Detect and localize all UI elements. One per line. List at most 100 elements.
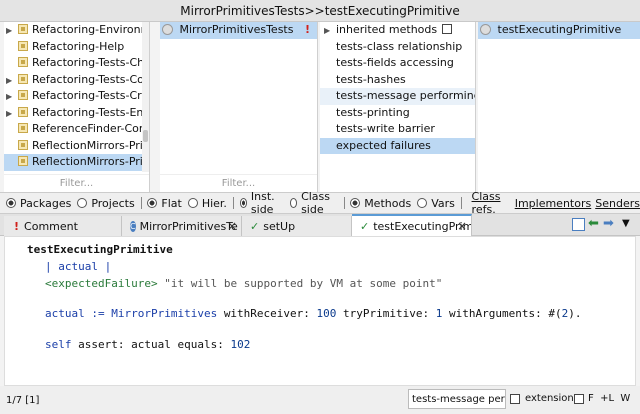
- package-label: ReflectionMirrors-Primitives: [32, 138, 149, 152]
- package-icon: [18, 73, 28, 84]
- extension-checkbox[interactable]: [510, 394, 520, 404]
- package-label: Refactoring-Tests-Core: [32, 72, 150, 86]
- package-label: Refactoring-Tests-Environment: [32, 105, 150, 119]
- extension-label: extension: [525, 393, 574, 404]
- protocol-label: tests-fields accessing: [336, 56, 454, 69]
- senders-button[interactable]: Senders: [595, 197, 640, 210]
- cursor-position: 1/7 [1]: [6, 394, 40, 406]
- inherited-checkbox[interactable]: [442, 24, 453, 34]
- package-icon: [18, 24, 28, 34]
- package-scroll-thumb[interactable]: [143, 130, 148, 142]
- list-item[interactable]: ReflectionMirrors-Primitives-Tests: [4, 154, 149, 171]
- class-label: MirrorPrimitivesTests: [179, 23, 294, 36]
- methods-radio[interactable]: Methods: [350, 197, 411, 210]
- temporaries: | actual |: [45, 260, 112, 273]
- tab-class[interactable]: C MirrorPrimitivesTe ×: [122, 216, 242, 236]
- tab-test-executing-primitive[interactable]: ✓ testExecutingPrim ×: [352, 214, 472, 236]
- class-side-radio[interactable]: Class side: [289, 190, 338, 216]
- package-label: ReferenceFinder-Core: [32, 122, 150, 135]
- protocol-list[interactable]: ▶ inherited methods tests-class relationsh…: [320, 22, 476, 192]
- list-item[interactable]: ▶ Refactoring-Tests-Critics: [4, 88, 149, 105]
- implementors-button[interactable]: Implementors: [515, 197, 592, 210]
- list-item[interactable]: MirrorPrimitivesTests !: [160, 22, 317, 39]
- package-icon: [18, 123, 28, 133]
- class-icon: C: [130, 220, 136, 232]
- new-window-icon[interactable]: [572, 218, 585, 231]
- expand-arrow-icon[interactable]: ▶: [324, 23, 336, 40]
- package-label: Refactoring-Environment: [32, 23, 150, 36]
- tabs-menu-icon[interactable]: ▼: [622, 218, 630, 229]
- expand-arrow-icon[interactable]: ▶: [6, 23, 18, 40]
- tab-comment[interactable]: ! Comment: [4, 216, 122, 236]
- list-item[interactable]: expected failures: [320, 137, 475, 154]
- code-editor[interactable]: testExecutingPrimitive | actual | <expec…: [4, 236, 636, 386]
- code-line-assert: self assert: actual equals: 102: [45, 338, 251, 351]
- package-list[interactable]: ▶ Refactoring-Environment Refactoring-Help…: [4, 22, 150, 192]
- method-icon: ✓: [360, 219, 370, 233]
- package-icon: [18, 90, 28, 100]
- close-icon[interactable]: ×: [457, 219, 467, 233]
- list-item[interactable]: Refactoring-Tests-Changes: [4, 55, 149, 72]
- back-arrow-icon[interactable]: ⬅: [588, 216, 599, 231]
- flat-radio[interactable]: Flat: [147, 197, 182, 210]
- list-item[interactable]: tests-printing: [320, 105, 475, 122]
- class-list[interactable]: MirrorPrimitivesTests ! Filter...: [160, 22, 318, 192]
- package-scrollbar[interactable]: [142, 22, 149, 172]
- package-label: Refactoring-Tests-Critics: [32, 89, 149, 102]
- method-label: testExecutingPrimitive: [497, 23, 622, 36]
- list-item[interactable]: ▶ Refactoring-Environment: [4, 22, 149, 39]
- class-refs-button[interactable]: Class refs.: [472, 190, 511, 216]
- tab-label: setUp: [263, 219, 296, 233]
- tab-setup[interactable]: ✓ setUp: [242, 216, 352, 236]
- title-bar: MirrorPrimitivesTests>>testExecutingPrim…: [0, 0, 640, 22]
- expand-arrow-icon[interactable]: ▶: [6, 89, 18, 106]
- list-item[interactable]: ▶ Refactoring-Tests-Core: [4, 72, 149, 89]
- expand-arrow-icon[interactable]: ▶: [6, 73, 18, 90]
- list-item[interactable]: tests-fields accessing: [320, 55, 475, 72]
- error-icon: !: [304, 23, 311, 36]
- pragma: <expectedFailure>: [45, 277, 158, 290]
- method-list[interactable]: testExecutingPrimitive: [478, 22, 640, 192]
- separator: [460, 197, 462, 209]
- package-icon: [18, 40, 28, 51]
- method-icon: ✓: [250, 219, 260, 233]
- list-item[interactable]: tests-write barrier: [320, 121, 475, 138]
- protocol-input[interactable]: tests-message perform: [408, 389, 506, 409]
- status-bar: 1/7 [1] tests-message perform extension …: [0, 386, 640, 414]
- tab-label: MirrorPrimitivesTe: [139, 219, 238, 233]
- package-icon: [18, 139, 28, 150]
- expand-arrow-icon[interactable]: ▶: [6, 106, 18, 123]
- package-icon: [18, 156, 28, 166]
- editor-tabs: ! Comment C MirrorPrimitivesTe × ✓ setUp…: [0, 214, 640, 236]
- projects-radio[interactable]: Projects: [77, 197, 135, 210]
- browser-window: MirrorPrimitivesTests>>testExecutingPrim…: [0, 0, 640, 414]
- list-item[interactable]: tests-message performing: [320, 88, 475, 105]
- protocol-label: inherited methods: [336, 23, 438, 36]
- inst-side-radio[interactable]: Inst. side: [239, 190, 284, 216]
- view-options-bar: Packages Projects Flat Hier. Inst. side …: [0, 190, 640, 216]
- list-item[interactable]: ReferenceFinder-Core: [4, 121, 149, 138]
- class-icon: [162, 24, 173, 35]
- package-filter-input[interactable]: Filter...: [4, 174, 149, 192]
- code-comment: "it will be supported by VM at some poin…: [164, 277, 443, 290]
- list-item[interactable]: tests-class relationship: [320, 39, 475, 56]
- pragma-line: <expectedFailure> "it will be supported …: [45, 277, 442, 290]
- tab-label: Comment: [24, 219, 78, 233]
- list-item[interactable]: ▶ inherited methods: [320, 22, 475, 39]
- method-selector: testExecutingPrimitive: [27, 243, 173, 256]
- list-item[interactable]: ▶ Refactoring-Tests-Environment: [4, 105, 149, 122]
- packages-radio[interactable]: Packages: [6, 197, 71, 210]
- close-icon[interactable]: ×: [227, 219, 237, 233]
- flags-checkbox[interactable]: [574, 394, 584, 404]
- forward-arrow-icon[interactable]: ➡: [603, 216, 614, 231]
- list-item[interactable]: testExecutingPrimitive: [478, 22, 640, 39]
- package-label: ReflectionMirrors-Primitives-Tests: [32, 155, 149, 168]
- list-item[interactable]: Refactoring-Help: [4, 39, 149, 56]
- hier-radio[interactable]: Hier.: [187, 197, 227, 210]
- protocol-label: tests-write barrier: [336, 122, 435, 135]
- protocol-label: tests-hashes: [336, 72, 406, 86]
- protocol-label: tests-message performing: [336, 89, 476, 102]
- vars-radio[interactable]: Vars: [417, 197, 455, 210]
- list-item[interactable]: ReflectionMirrors-Primitives: [4, 138, 149, 155]
- list-item[interactable]: tests-hashes: [320, 72, 475, 89]
